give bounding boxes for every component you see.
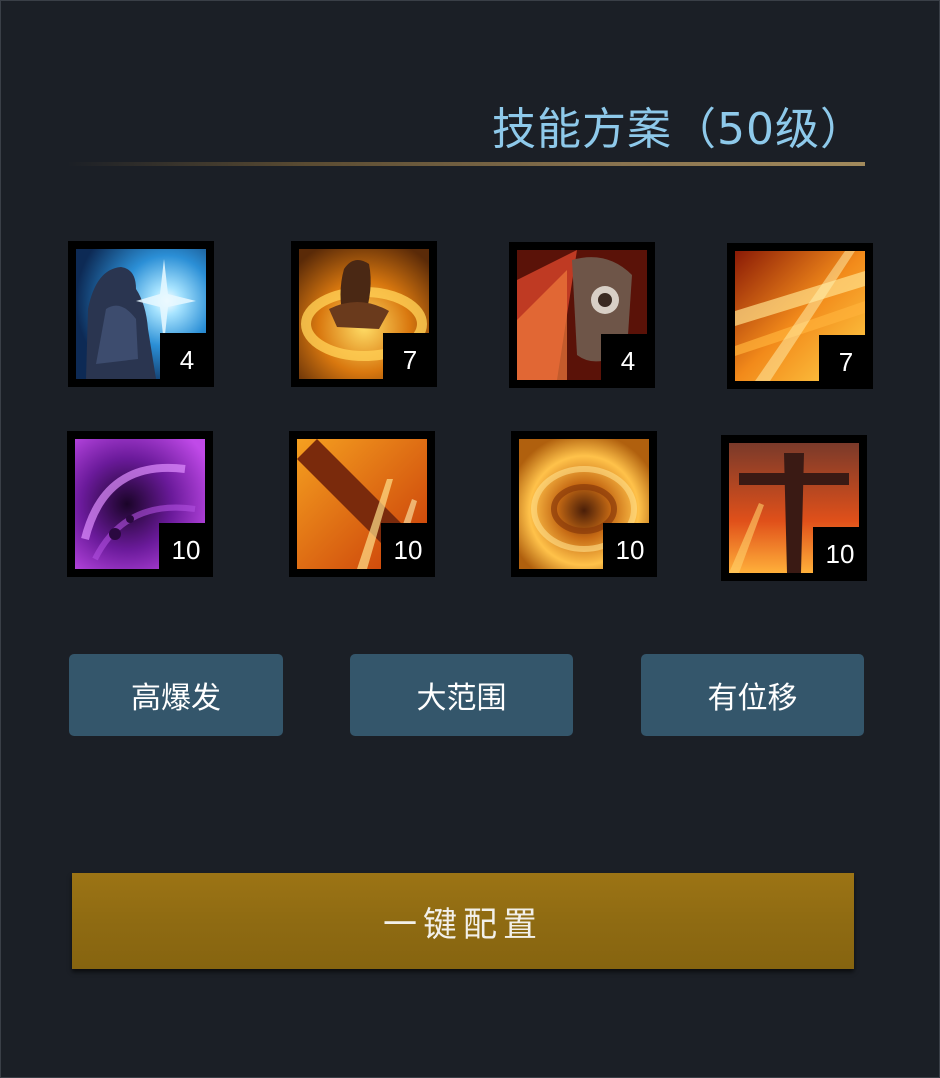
skill-slot-7[interactable]: 10	[511, 431, 657, 577]
skill-slot-2[interactable]: 7	[291, 241, 437, 387]
skill-level: 7	[819, 335, 873, 389]
skill-slot-8[interactable]: 10	[721, 435, 867, 581]
skill-level: 10	[813, 527, 867, 581]
skill-level: 10	[381, 523, 435, 577]
title-divider	[67, 162, 865, 166]
tag-button-mobility[interactable]: 有位移	[641, 654, 864, 736]
skill-plan-panel: 技能方案（50级） 4 7 4 7 10 10 10 10 高爆发 大范围 有位…	[0, 0, 940, 1078]
one-click-apply-button[interactable]: 一键配置	[72, 873, 854, 969]
skill-slot-1[interactable]: 4	[68, 241, 214, 387]
skill-level: 10	[159, 523, 213, 577]
skill-level: 10	[603, 523, 657, 577]
skill-level: 4	[601, 334, 655, 388]
page-title: 技能方案（50级）	[492, 104, 865, 155]
skill-slot-5[interactable]: 10	[67, 431, 213, 577]
tag-button-burst[interactable]: 高爆发	[69, 654, 283, 736]
skill-slot-4[interactable]: 7	[727, 243, 873, 389]
tag-button-aoe[interactable]: 大范围	[350, 654, 573, 736]
skill-level: 7	[383, 333, 437, 387]
skill-slot-6[interactable]: 10	[289, 431, 435, 577]
skill-level: 4	[160, 333, 214, 387]
skill-slot-3[interactable]: 4	[509, 242, 655, 388]
